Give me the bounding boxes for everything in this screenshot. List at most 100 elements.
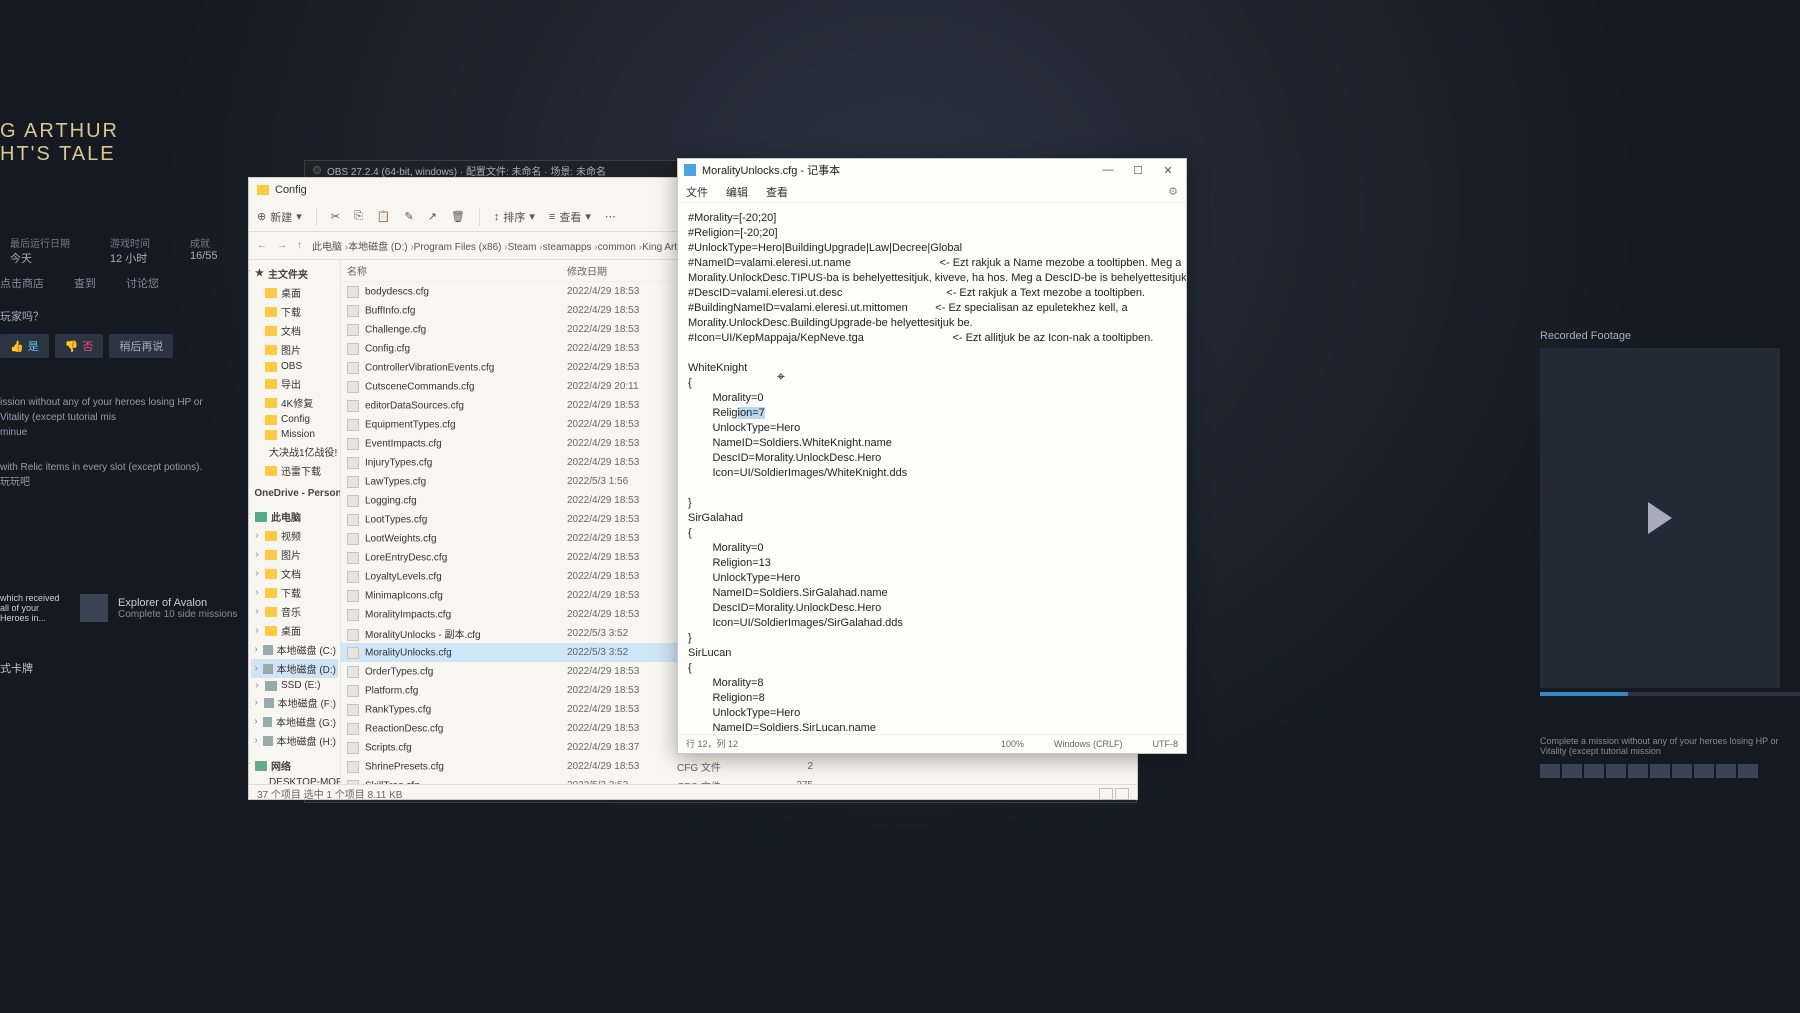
file-icon: [347, 742, 359, 754]
tree-onedrive[interactable]: ›OneDrive - Person: [251, 486, 338, 501]
tree-item[interactable]: 导出: [251, 374, 338, 393]
tree-item[interactable]: 图片: [251, 340, 338, 359]
rename-button[interactable]: ✎: [404, 210, 413, 223]
drive-icon: [263, 736, 272, 746]
close-button[interactable]: ✕: [1156, 164, 1180, 177]
folder-icon: [257, 185, 269, 195]
new-button[interactable]: ⊕新建 ▾: [257, 209, 302, 225]
tree-item[interactable]: ›SSD (E:): [251, 678, 338, 693]
cut-button[interactable]: ✂: [331, 210, 340, 223]
folder-icon: [265, 307, 277, 317]
rename-icon: ✎: [404, 210, 413, 223]
delete-button[interactable]: 🗑: [451, 210, 465, 223]
notepad-window[interactable]: MoralityUnlocks.cfg - 记事本 — ☐ ✕ 文件 编辑 查看…: [677, 158, 1187, 754]
folder-icon: [265, 607, 277, 617]
review-no-button[interactable]: 👎否: [55, 334, 104, 358]
video-thumbnail[interactable]: [1540, 348, 1780, 688]
col-name[interactable]: 名称: [347, 263, 567, 278]
file-icon: [347, 400, 359, 412]
forward-button[interactable]: →: [277, 240, 287, 251]
breadcrumb-item[interactable]: 此电脑: [312, 242, 348, 253]
achievement-tooltip: Complete a mission without any of your h…: [1540, 736, 1800, 756]
view-button[interactable]: ≡ 查看 ▾: [549, 209, 591, 225]
view-mode-grid[interactable]: [1099, 788, 1113, 800]
explorer-tree[interactable]: ˅★主文件夹 桌面下载文档图片OBS导出4K修复ConfigMission大决战…: [249, 260, 341, 784]
tab-discuss[interactable]: 讨论您: [126, 275, 159, 291]
notepad-menu: 文件 编辑 查看 ⚙: [678, 181, 1186, 203]
tree-network[interactable]: ˅网络: [251, 756, 338, 775]
tree-item[interactable]: OBS: [251, 359, 338, 374]
copy-button[interactable]: ⎘: [354, 210, 363, 223]
menu-view[interactable]: 查看: [766, 184, 788, 200]
tree-item[interactable]: ›桌面: [251, 621, 338, 640]
thumb-up-icon: 👍: [10, 340, 24, 353]
maximize-button[interactable]: ☐: [1126, 164, 1150, 177]
tree-this-pc[interactable]: ˅此电脑: [251, 507, 338, 526]
breadcrumb[interactable]: 此电脑本地磁盘 (D:)Program Files (x86)Steamstea…: [312, 238, 683, 253]
breadcrumb-item[interactable]: Program Files (x86): [414, 242, 508, 253]
tree-item[interactable]: ›文档: [251, 564, 338, 583]
breadcrumb-item[interactable]: steamapps: [543, 242, 598, 253]
tree-item[interactable]: ›本地磁盘 (C:): [251, 640, 338, 659]
tree-item[interactable]: 迅雷下载: [251, 461, 338, 480]
network-icon: [255, 761, 267, 771]
review-yes-button[interactable]: 👍是: [0, 334, 49, 358]
minimize-button[interactable]: —: [1096, 164, 1120, 176]
file-row[interactable]: ShrinePresets.cfg2022/4/29 18:53CFG 文件2: [341, 757, 1137, 776]
tree-item[interactable]: ›本地磁盘 (G:): [251, 712, 338, 731]
up-button[interactable]: ↑: [297, 240, 302, 251]
notepad-text-area[interactable]: #Morality=[-20;20] #Religion=[-20;20] #U…: [678, 203, 1186, 734]
sort-button[interactable]: ↕ 排序 ▾: [494, 209, 535, 225]
tree-item[interactable]: Config: [251, 412, 338, 427]
breadcrumb-item[interactable]: 本地磁盘 (D:): [348, 242, 414, 253]
tree-item[interactable]: 桌面: [251, 283, 338, 302]
tab-find[interactable]: 查到: [74, 275, 96, 291]
tree-item[interactable]: 大决战1亿战役!: [251, 442, 338, 461]
tree-item[interactable]: ›音乐: [251, 602, 338, 621]
share-button[interactable]: ↗: [428, 210, 437, 223]
breadcrumb-item[interactable]: common: [598, 242, 642, 253]
selected-text: ion=7: [738, 407, 765, 419]
drive-icon: [264, 698, 274, 708]
col-date[interactable]: 修改日期: [567, 263, 677, 278]
steam-stats: 最后运行日期今天 游戏时间12 小时 成就16/55: [10, 235, 218, 266]
file-icon: [347, 324, 359, 336]
view-mode-list[interactable]: [1115, 788, 1129, 800]
achievement-strip: [1540, 764, 1800, 778]
file-icon: [347, 780, 359, 784]
tree-item[interactable]: 4K修复: [251, 393, 338, 412]
tree-item[interactable]: ›图片: [251, 545, 338, 564]
file-row[interactable]: SkillTree.cfg2022/5/3 2:52CFG 文件275: [341, 776, 1137, 784]
tree-desktop-node[interactable]: DESKTOP-MOPG: [251, 775, 338, 784]
tree-item[interactable]: 下载: [251, 302, 338, 321]
tree-item[interactable]: 文档: [251, 321, 338, 340]
more-button[interactable]: ⋯: [605, 210, 616, 223]
tree-item[interactable]: Mission: [251, 427, 338, 442]
file-icon: [347, 647, 359, 659]
review-later-button[interactable]: 稍后再说: [109, 334, 173, 358]
trash-icon: 🗑: [451, 210, 465, 223]
tree-item[interactable]: ›下载: [251, 583, 338, 602]
breadcrumb-item[interactable]: Steam: [508, 242, 543, 253]
paste-button[interactable]: 📋: [377, 210, 391, 223]
tree-item[interactable]: ›本地磁盘 (F:): [251, 693, 338, 712]
tree-item[interactable]: ›本地磁盘 (H:): [251, 731, 338, 750]
folder-icon: [265, 588, 277, 598]
logo-line1: G ARTHUR: [0, 120, 119, 143]
tree-item[interactable]: ›视频: [251, 526, 338, 545]
explorer-tab-title: Config: [275, 184, 307, 196]
tree-main-folder[interactable]: ˅★主文件夹: [251, 264, 338, 283]
tree-item[interactable]: ›本地磁盘 (D:): [251, 659, 338, 678]
file-icon: [347, 552, 359, 564]
steam-achievement[interactable]: which receivedall of your Heroes in... E…: [80, 594, 238, 622]
progress-bar[interactable]: [1540, 692, 1800, 696]
notepad-titlebar[interactable]: MoralityUnlocks.cfg - 记事本 — ☐ ✕: [678, 159, 1186, 181]
play-icon: [1648, 502, 1672, 534]
gear-icon[interactable]: ⚙: [1168, 185, 1178, 198]
file-icon: [347, 533, 359, 545]
tab-store[interactable]: 点击商店: [0, 275, 44, 291]
menu-edit[interactable]: 编辑: [726, 184, 748, 200]
back-button[interactable]: ←: [257, 240, 267, 251]
folder-icon: [265, 531, 277, 541]
menu-file[interactable]: 文件: [686, 184, 708, 200]
